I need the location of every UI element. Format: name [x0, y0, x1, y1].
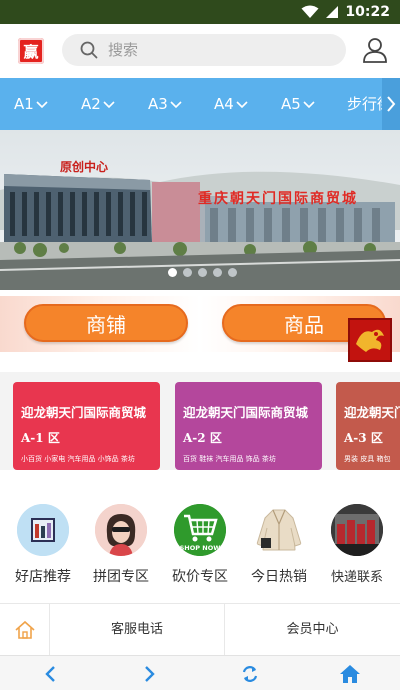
category-label: A5	[281, 95, 301, 113]
card-zone: A-3 区	[344, 431, 383, 445]
home-icon	[14, 620, 35, 639]
quick-link-label: 今日热销	[251, 569, 307, 585]
chevron-down-icon	[170, 100, 182, 108]
quick-link-group-buy[interactable]: 拼团专区	[81, 504, 161, 586]
carousel-dot[interactable]	[198, 268, 207, 277]
home-link[interactable]	[0, 604, 50, 656]
user-profile-icon[interactable]	[362, 37, 388, 63]
forward-button[interactable]	[138, 662, 162, 686]
quick-link-label: 好店推荐	[15, 569, 71, 585]
card-zone: A-2 区	[183, 431, 222, 445]
status-time: 10:22	[345, 4, 390, 20]
shops-button[interactable]: 商铺	[24, 304, 188, 342]
refresh-button[interactable]	[238, 662, 262, 686]
quick-links: 好店推荐 拼团专区 SHOP NOW 砍价专区 今日热销 快递联系	[0, 482, 400, 600]
home-button[interactable]	[338, 662, 362, 686]
quick-link-courier-contact[interactable]: 快递联系	[317, 504, 397, 585]
carousel-dot[interactable]	[168, 268, 177, 277]
banner-carousel[interactable]: 原创中心 重庆朝天门国际商贸城	[0, 130, 400, 290]
quick-link-hot-today[interactable]: 今日热销	[239, 504, 319, 586]
category-label: A2	[81, 95, 101, 113]
home-icon	[340, 665, 360, 683]
category-tab-a2[interactable]: A2	[81, 78, 115, 130]
chevron-right-icon	[387, 96, 396, 112]
zone-cards: 迎龙朝天门国际商贸城 A-1 区 小百货 小家电 汽车用品 小饰品 茶坊 迎龙朝…	[0, 372, 400, 470]
entry-buttons: 商铺 商品	[0, 296, 400, 352]
chevron-right-icon	[145, 666, 155, 682]
status-bar: 10:22	[0, 0, 400, 24]
chevron-left-icon	[45, 666, 55, 682]
chevron-down-icon	[303, 100, 315, 108]
shopping-cart-icon: SHOP NOW	[174, 504, 226, 556]
carousel-dot[interactable]	[213, 268, 222, 277]
category-label: A4	[214, 95, 234, 113]
card-zone: A-1 区	[21, 431, 60, 445]
app-screen: 10:22 赢 A1 A2 A3 A4 A5	[0, 0, 400, 690]
banner-sign: 重庆朝天门国际商贸城	[198, 191, 358, 207]
card-title: 迎龙朝天门国际商贸城	[183, 405, 309, 420]
wifi-icon	[301, 5, 319, 18]
delivery-icon	[331, 504, 383, 556]
carousel-indicator	[168, 268, 237, 277]
coat-icon	[253, 504, 305, 556]
promo-badge[interactable]	[348, 318, 392, 362]
quick-link-label: 拼团专区	[93, 569, 149, 585]
member-center-link[interactable]: 会员中心	[225, 604, 400, 656]
zone-card-a3[interactable]: 迎龙朝天门国 A-3 区 男装 皮具 箱包	[336, 382, 400, 470]
refresh-icon	[242, 666, 258, 682]
card-tags: 小百货 小家电 汽车用品 小饰品 茶坊	[21, 455, 135, 463]
browser-toolbar	[0, 655, 400, 690]
header: 赢	[0, 24, 400, 78]
card-tags: 男装 皮具 箱包	[344, 455, 391, 463]
carousel-dot[interactable]	[183, 268, 192, 277]
chevron-down-icon	[103, 100, 115, 108]
back-button[interactable]	[38, 662, 62, 686]
service-phone-link[interactable]: 客服电话	[50, 604, 224, 656]
quick-link-label: 快递联系	[330, 570, 383, 585]
quick-link-recommended-shops[interactable]: 好店推荐	[3, 504, 83, 586]
card-title: 迎龙朝天门国	[344, 405, 400, 420]
group-buy-icon	[95, 504, 147, 556]
chevron-down-icon	[36, 100, 48, 108]
banner-image	[0, 130, 400, 290]
quick-link-label: 砍价专区	[172, 569, 228, 585]
search-input[interactable]	[108, 41, 328, 59]
app-logo[interactable]: 赢	[18, 38, 44, 64]
search-bar[interactable]	[62, 34, 346, 66]
signal-icon	[326, 6, 339, 18]
carousel-dot[interactable]	[228, 268, 237, 277]
search-icon	[80, 41, 98, 59]
banner-title: 原创中心	[60, 160, 109, 174]
category-tab-a3[interactable]: A3	[148, 78, 182, 130]
category-tab-a5[interactable]: A5	[281, 78, 315, 130]
quick-link-bargain[interactable]: SHOP NOW 砍价专区	[160, 504, 240, 586]
service-bar: 客服电话 会员中心	[0, 603, 400, 656]
category-tab-a4[interactable]: A4	[214, 78, 248, 130]
category-label: A3	[148, 95, 168, 113]
card-tags: 百货 鞋袜 汽车用品 饰品 茶坊	[183, 455, 276, 463]
shop-now-caption: SHOP NOW	[180, 544, 221, 552]
zone-card-a1[interactable]: 迎龙朝天门国际商贸城 A-1 区 小百货 小家电 汽车用品 小饰品 茶坊	[13, 382, 160, 470]
category-tab-a1[interactable]: A1	[14, 78, 48, 130]
chevron-down-icon	[236, 100, 248, 108]
category-scroll-arrow[interactable]	[382, 78, 400, 130]
zone-card-a2[interactable]: 迎龙朝天门国际商贸城 A-2 区 百货 鞋袜 汽车用品 饰品 茶坊	[175, 382, 322, 470]
category-label: A1	[14, 95, 34, 113]
category-nav: A1 A2 A3 A4 A5 步行街	[0, 78, 400, 130]
card-title: 迎龙朝天门国际商贸城	[21, 405, 147, 420]
store-icon	[17, 504, 69, 556]
dragon-seal-icon	[356, 329, 384, 352]
